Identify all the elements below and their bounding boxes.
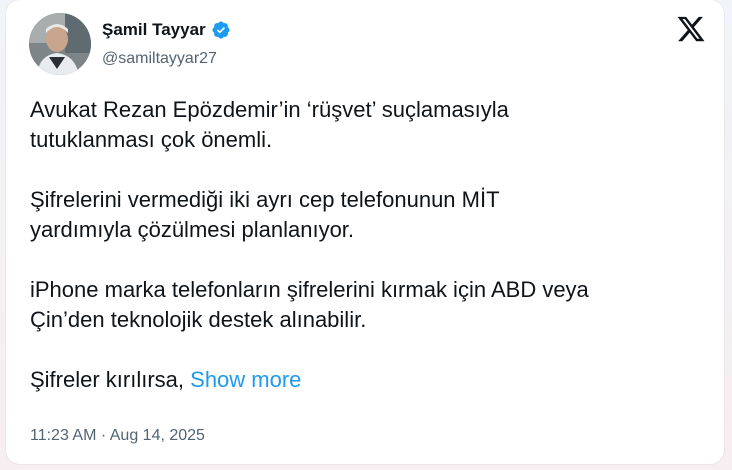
tweet-truncated-paragraph: Şifreler kırılırsa, Show more	[30, 365, 710, 395]
avatar-photo	[29, 13, 91, 75]
author-row: Şamil Tayyar	[102, 18, 231, 42]
avatar[interactable]	[29, 13, 91, 75]
tweet-card: Şamil Tayyar @samiltayyar27 Avukat Rezan…	[6, 0, 724, 464]
tweet-body: Avukat Rezan Epözdemir’in ‘rüşvet’ suçla…	[30, 95, 710, 395]
tweet-paragraph: Şifrelerini vermediği iki ayrı cep telef…	[30, 187, 500, 242]
tweet-timestamp[interactable]: 11:23 AM · Aug 14, 2025	[30, 427, 205, 445]
author-handle[interactable]: @samiltayyar27	[102, 50, 217, 68]
verified-badge-icon	[212, 21, 230, 39]
show-more-link[interactable]: Show more	[190, 367, 301, 392]
tweet-paragraph: Avukat Rezan Epözdemir’in ‘rüşvet’ suçla…	[30, 97, 509, 152]
author-name[interactable]: Şamil Tayyar	[102, 20, 206, 40]
tweet-truncated-text: Şifreler kırılırsa,	[30, 367, 191, 392]
tweet-paragraph: iPhone marka telefonların şifrelerini kı…	[30, 277, 589, 332]
x-logo-icon[interactable]	[676, 14, 706, 44]
